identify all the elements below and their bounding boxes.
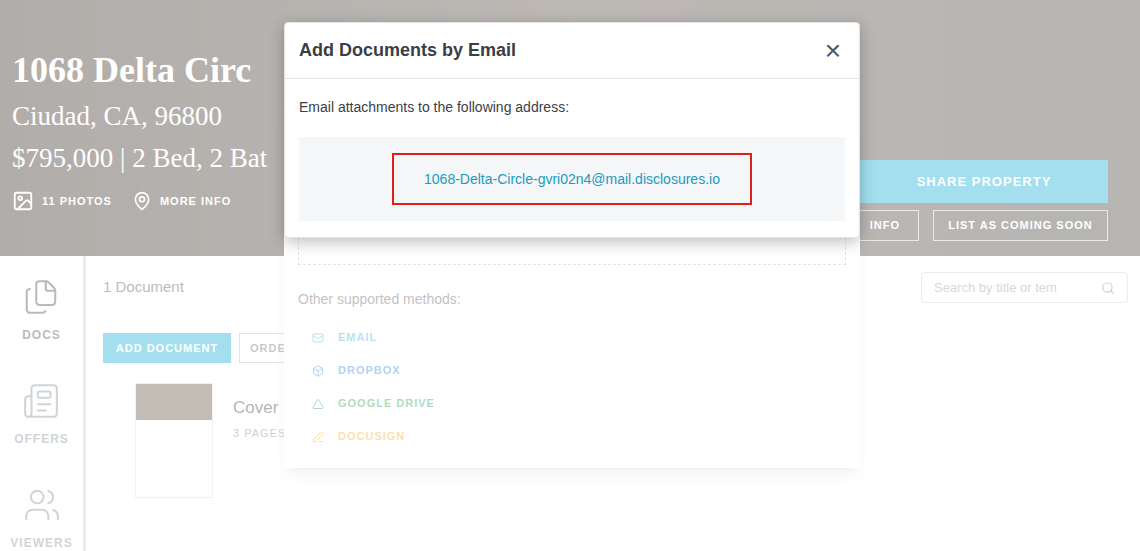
app: 1068 Delta CircCiudad, CA, 96800$795,000… [0, 0, 1140, 551]
modal-title: Add Documents by Email [299, 37, 516, 64]
email-box: 1068-Delta-Circle-gvri02n4@mail.disclosu… [299, 137, 845, 221]
modal-body: Email attachments to the following addre… [285, 79, 859, 237]
close-button[interactable]: × [825, 37, 845, 65]
email-modal: Add Documents by Email × Email attachments… [284, 22, 860, 238]
email-address[interactable]: 1068-Delta-Circle-gvri02n4@mail.disclosu… [424, 171, 720, 187]
modal-header: Add Documents by Email × [285, 23, 859, 79]
modal-instruction: Email attachments to the following addre… [299, 97, 845, 118]
email-highlight: 1068-Delta-Circle-gvri02n4@mail.disclosu… [392, 153, 752, 205]
